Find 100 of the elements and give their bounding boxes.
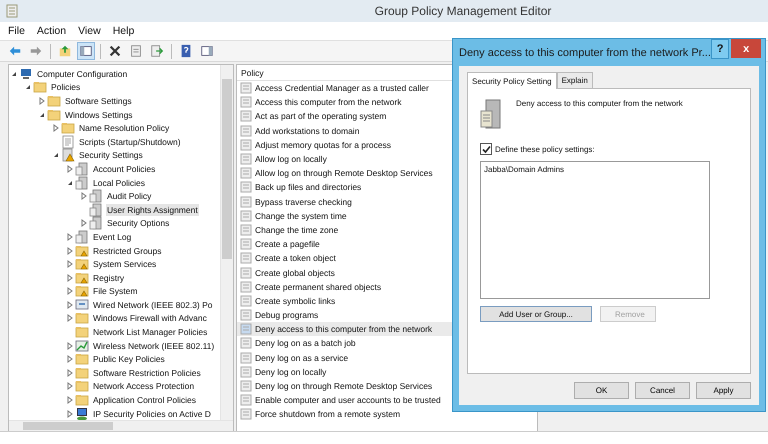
folder-icon (75, 352, 89, 366)
tree-item[interactable]: Application Control Policies (92, 394, 197, 406)
server-icon (89, 189, 103, 204)
collapsed-arrow-icon[interactable] (65, 395, 75, 406)
tree-item[interactable]: Account Policies (92, 162, 156, 175)
tree-item[interactable]: Windows Firewall with Advanc (92, 312, 208, 324)
policy-icon (240, 294, 252, 307)
policy-icon (240, 224, 252, 236)
tree-item[interactable]: Wireless Network (IEEE 802.11) (92, 340, 216, 352)
collapsed-arrow-icon[interactable] (65, 232, 75, 242)
tree-item[interactable]: Policies (50, 81, 82, 94)
policy-row[interactable]: Add workstations to domain (237, 124, 537, 138)
tree-item[interactable]: Software Restriction Policies (92, 366, 202, 379)
tab[interactable]: Explain (556, 72, 593, 88)
policy-icon (240, 167, 252, 180)
collapsed-arrow-icon[interactable] (65, 286, 75, 296)
document-icon (61, 134, 75, 149)
tree-item[interactable]: Windows Settings (64, 108, 134, 121)
policy-icon (240, 280, 252, 293)
help-button[interactable]: ? (710, 38, 730, 58)
policy-row[interactable]: Force shutdown from a remote system (237, 407, 537, 422)
horizontal-scrollbar[interactable] (9, 420, 233, 431)
policy-icon (240, 309, 252, 322)
policy-icon (240, 210, 252, 222)
server-icon (89, 216, 103, 230)
tree-item[interactable]: Local Policies (92, 176, 146, 189)
computer-icon (19, 66, 33, 81)
collapsed-arrow-icon[interactable] (65, 246, 75, 256)
collapsed-arrow-icon[interactable] (65, 354, 75, 364)
collapsed-arrow-icon[interactable] (65, 164, 75, 174)
collapsed-arrow-icon[interactable] (79, 218, 89, 228)
policy-icon (240, 266, 252, 279)
policy-icon (240, 408, 252, 420)
secure-folder-icon (75, 270, 89, 285)
tree-item[interactable]: Network Access Protection (92, 380, 196, 392)
menu-item[interactable]: File (4, 25, 29, 37)
collapsed-arrow-icon[interactable] (51, 123, 61, 134)
dialog-button[interactable]: OK (574, 382, 629, 399)
collapsed-arrow-icon[interactable] (65, 368, 75, 378)
policy-icon (240, 323, 252, 336)
list-item[interactable]: Jabba\Domain Admins (484, 165, 706, 174)
tree-item[interactable]: Wired Network (IEEE 802.3) Po (92, 298, 214, 311)
policy-row[interactable]: Deny log on as a service (237, 350, 537, 365)
tree-item[interactable]: Event Log (92, 230, 132, 243)
tree-item[interactable]: Software Settings (64, 94, 133, 107)
menu-item[interactable]: Action (32, 25, 70, 37)
policy-row[interactable]: Deny log on through Remote Desktop Services (237, 378, 537, 394)
collapsed-arrow-icon[interactable] (65, 340, 75, 351)
folder-icon (75, 393, 89, 408)
tree-item[interactable]: Name Resolution Policy (78, 122, 170, 134)
collapsed-arrow-icon[interactable] (65, 272, 75, 283)
policy-icon (240, 238, 252, 250)
tree-item[interactable]: Public Key Policies (92, 353, 166, 366)
folder-icon (75, 325, 89, 340)
policy-row[interactable]: Deny log on as a batch job (237, 336, 537, 351)
collapsed-arrow-icon[interactable] (65, 408, 75, 419)
collapsed-arrow-icon[interactable] (65, 259, 75, 270)
secure-folder-icon (75, 257, 89, 272)
members-listbox[interactable]: Jabba\Domain Admins (480, 161, 710, 299)
tab[interactable]: Security Policy Setting (467, 72, 557, 89)
show-tree-icon[interactable] (77, 42, 95, 60)
policy-icon (240, 124, 252, 137)
tree-item[interactable]: Network List Manager Policies (92, 326, 208, 338)
tree-item[interactable]: User Rights Assignment (106, 204, 199, 216)
add-button[interactable]: Add User or Group... (480, 306, 592, 322)
checkbox[interactable] (480, 143, 492, 155)
tree-item[interactable]: Security Settings (78, 149, 144, 162)
tree-item[interactable]: System Services (92, 258, 158, 270)
server-icon (480, 99, 502, 129)
network-icon (75, 298, 89, 312)
collapsed-arrow-icon[interactable] (79, 191, 89, 202)
app-icon (6, 4, 18, 18)
tree-item[interactable]: Audit Policy (106, 190, 152, 202)
policy-row[interactable]: Act as part of the operating system (237, 109, 537, 124)
tree-item[interactable]: Registry (92, 272, 126, 284)
tree-item[interactable]: IP Security Policies on Active D (92, 408, 212, 420)
policy-icon (240, 252, 252, 264)
policy-row[interactable]: Enable computer and user accounts to be trusted (237, 393, 537, 408)
tree-item[interactable]: File System (92, 285, 138, 298)
tree-item[interactable]: Security Options (106, 217, 170, 230)
dialog-button[interactable]: Apply (696, 382, 751, 399)
policy-icon (240, 138, 252, 151)
menu-item[interactable]: Help (108, 25, 138, 37)
collapsed-arrow-icon[interactable] (65, 381, 75, 392)
collapsed-arrow-icon[interactable] (65, 313, 75, 324)
close-button[interactable]: x (731, 39, 761, 58)
dialog-button[interactable]: Cancel (635, 382, 690, 399)
collapsed-arrow-icon[interactable] (37, 96, 47, 106)
vertical-scrollbar[interactable] (220, 65, 233, 420)
menu-item[interactable]: View (74, 25, 105, 37)
policy-icon (240, 82, 252, 94)
policy-row[interactable]: Deny log on locally (237, 364, 537, 379)
chart-icon (75, 338, 89, 353)
folder-icon (61, 121, 75, 136)
tree-item[interactable]: Restricted Groups (92, 244, 162, 257)
dialog-title: Deny access to this computer from the network Pr... (459, 46, 711, 58)
tree-item[interactable]: Scripts (Startup/Shutdown) (78, 136, 182, 148)
tree-item[interactable]: Computer Configuration (36, 68, 128, 80)
collapsed-arrow-icon[interactable] (65, 300, 75, 310)
policy-icon (240, 366, 252, 378)
